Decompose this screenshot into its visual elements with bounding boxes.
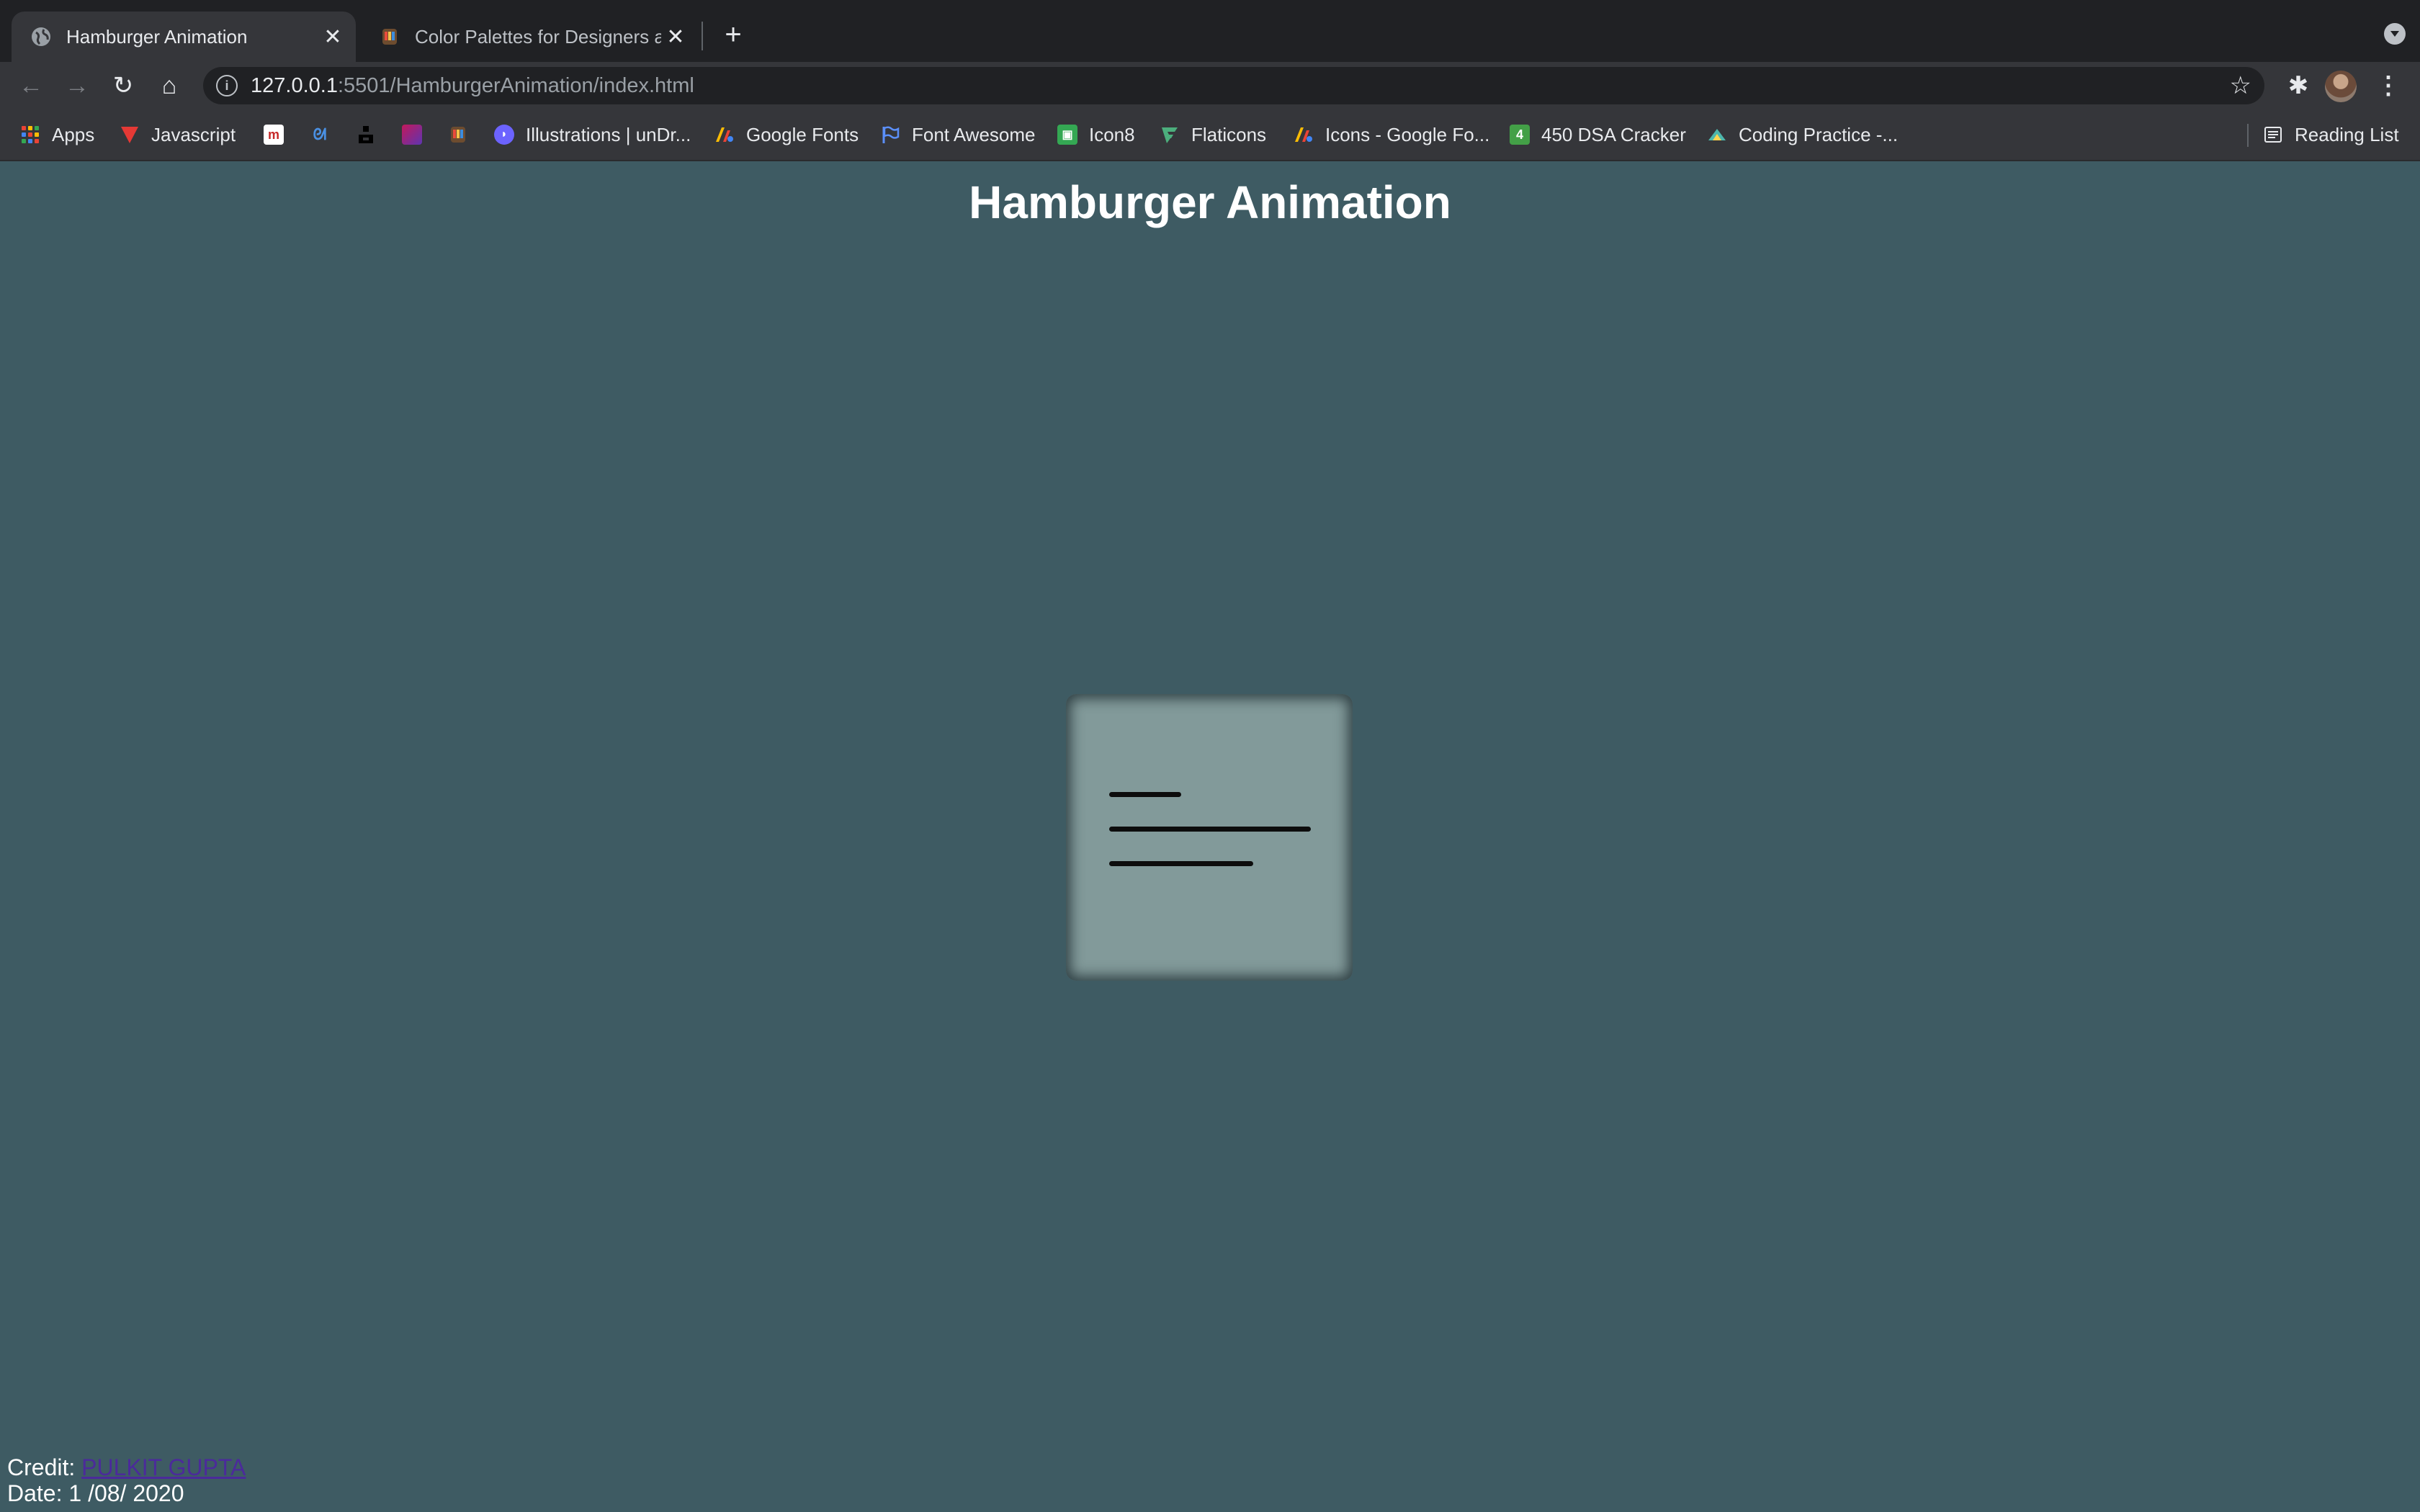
more-menu-icon[interactable]: ⋮ bbox=[2374, 68, 2403, 104]
credit-line: Credit: PULKIT GUPTA bbox=[7, 1454, 246, 1480]
reading-list-button[interactable]: Reading List bbox=[2263, 109, 2399, 160]
bookmark-label: Icons - Google Fo... bbox=[1325, 123, 1490, 145]
tab-hamburger-animation[interactable]: Hamburger Animation ✕ bbox=[12, 12, 356, 62]
bookmark-flaticons[interactable]: Flaticons bbox=[1160, 109, 1266, 160]
profile-avatar[interactable] bbox=[2325, 71, 2357, 102]
bookmarks-divider bbox=[2247, 124, 2249, 147]
browser-toolbar: ← → ↻ ⌂ i 127.0.0.1:5501/HamburgerAnimat… bbox=[0, 62, 2420, 109]
close-tab-icon[interactable]: ✕ bbox=[661, 24, 690, 50]
credit-author-link[interactable]: PULKIT GUPTA bbox=[81, 1454, 246, 1480]
hamburger-menu-button[interactable] bbox=[1066, 694, 1353, 981]
bookmark-coding-practice[interactable]: Coding Practice -... bbox=[1707, 109, 1898, 160]
bookmark-label: 450 DSA Cracker bbox=[1541, 123, 1686, 145]
google-fonts-icon bbox=[1295, 127, 1312, 142]
reading-list-label: Reading List bbox=[2295, 123, 2399, 145]
bookmark-blue-logo[interactable]: ᘛ bbox=[310, 109, 330, 160]
gradient-square-icon bbox=[402, 125, 422, 145]
home-icon[interactable]: ⌂ bbox=[151, 68, 187, 104]
bookmark-m[interactable]: m bbox=[264, 109, 284, 160]
extensions-puzzle-icon[interactable]: ✱ bbox=[2280, 68, 2316, 104]
hamburger-line-bottom bbox=[1109, 861, 1253, 866]
bookmark-color-palettes[interactable] bbox=[448, 109, 468, 160]
bookmark-gradient[interactable] bbox=[402, 109, 422, 160]
bookmark-unsplash[interactable] bbox=[356, 109, 376, 160]
apps-grid-icon bbox=[20, 125, 40, 145]
m-icon: m bbox=[264, 125, 284, 145]
unsplash-icon bbox=[359, 126, 373, 143]
blue-logo-icon: ᘛ bbox=[313, 125, 327, 143]
bookmark-font-awesome[interactable]: Font Awesome bbox=[880, 109, 1036, 160]
bookmark-label: Javascript bbox=[151, 123, 236, 145]
bookmark-javascript[interactable]: Javascript bbox=[120, 109, 236, 160]
bookmarks-bar: Apps Javascript m ᘛ ◗ Illustrations | un… bbox=[0, 109, 2420, 161]
bookmark-label: Flaticons bbox=[1191, 123, 1267, 145]
flaticon-icon bbox=[1162, 127, 1178, 143]
number-4-icon: 4 bbox=[1510, 125, 1530, 145]
tab-strip: Hamburger Animation ✕ Color Palettes for… bbox=[0, 0, 2420, 62]
google-fonts-icon bbox=[716, 127, 733, 142]
bookmark-label: Font Awesome bbox=[912, 123, 1036, 145]
icon8-icon: ▣ bbox=[1057, 125, 1077, 145]
site-info-icon[interactable]: i bbox=[216, 75, 238, 96]
bookmark-icons-google-fonts[interactable]: Icons - Google Fo... bbox=[1294, 109, 1489, 160]
url-text: 127.0.0.1:5501/HamburgerAnimation/index.… bbox=[251, 74, 694, 98]
globe-icon bbox=[32, 27, 50, 46]
javascript-v-icon bbox=[121, 127, 138, 143]
bookmark-label: Google Fonts bbox=[746, 123, 859, 145]
bookmark-icon8[interactable]: ▣ Icon8 bbox=[1057, 109, 1135, 160]
coding-practice-icon bbox=[1708, 129, 1726, 140]
date-line: Date: 1 /08/ 2020 bbox=[7, 1480, 184, 1506]
close-tab-icon[interactable]: ✕ bbox=[318, 24, 347, 50]
tab-title: Hamburger Animation bbox=[66, 25, 248, 48]
bookmark-450-dsa-cracker[interactable]: 4 450 DSA Cracker bbox=[1510, 109, 1686, 160]
credit-footer: Credit: PULKIT GUPTA Date: 1 /08/ 2020 bbox=[7, 1454, 246, 1506]
url-host: 127.0.0.1 bbox=[251, 73, 338, 97]
bookmark-google-fonts[interactable]: Google Fonts bbox=[714, 109, 859, 160]
tab-title: Color Palettes for Designers and bbox=[415, 25, 661, 48]
reload-icon[interactable]: ↻ bbox=[105, 68, 141, 104]
page-content: Hamburger Animation Credit: PULKIT GUPTA… bbox=[0, 161, 2420, 1512]
bookmark-undraw[interactable]: ◗ Illustrations | unDr... bbox=[494, 109, 691, 160]
tab-color-palettes[interactable]: Color Palettes for Designers and ✕ bbox=[360, 12, 699, 62]
forward-arrow-icon[interactable]: → bbox=[59, 68, 95, 104]
bookmark-label: Illustrations | unDr... bbox=[526, 123, 691, 145]
back-arrow-icon[interactable]: ← bbox=[13, 68, 49, 104]
color-palettes-icon bbox=[451, 127, 465, 143]
hamburger-line-top bbox=[1109, 792, 1181, 797]
bookmark-label: Icon8 bbox=[1089, 123, 1135, 145]
bookmark-apps[interactable]: Apps bbox=[20, 109, 94, 160]
url-path: :5501/HamburgerAnimation/index.html bbox=[337, 73, 694, 97]
credit-label: Credit: bbox=[7, 1454, 76, 1480]
tab-divider bbox=[702, 22, 703, 50]
page-title: Hamburger Animation bbox=[969, 176, 1451, 228]
tab-search-icon[interactable] bbox=[2384, 23, 2406, 45]
color-palettes-icon bbox=[382, 29, 397, 45]
bookmark-label: Coding Practice -... bbox=[1739, 123, 1899, 145]
new-tab-plus-icon[interactable]: + bbox=[717, 16, 749, 53]
bookmark-label: Apps bbox=[52, 123, 95, 145]
address-bar[interactable]: i 127.0.0.1:5501/HamburgerAnimation/inde… bbox=[203, 67, 2264, 104]
reading-list-icon bbox=[2264, 127, 2282, 143]
bookmark-star-icon[interactable]: ☆ bbox=[2230, 72, 2251, 99]
flag-icon bbox=[882, 126, 900, 143]
undraw-icon: ◗ bbox=[494, 125, 514, 145]
hamburger-line-middle bbox=[1109, 827, 1311, 832]
